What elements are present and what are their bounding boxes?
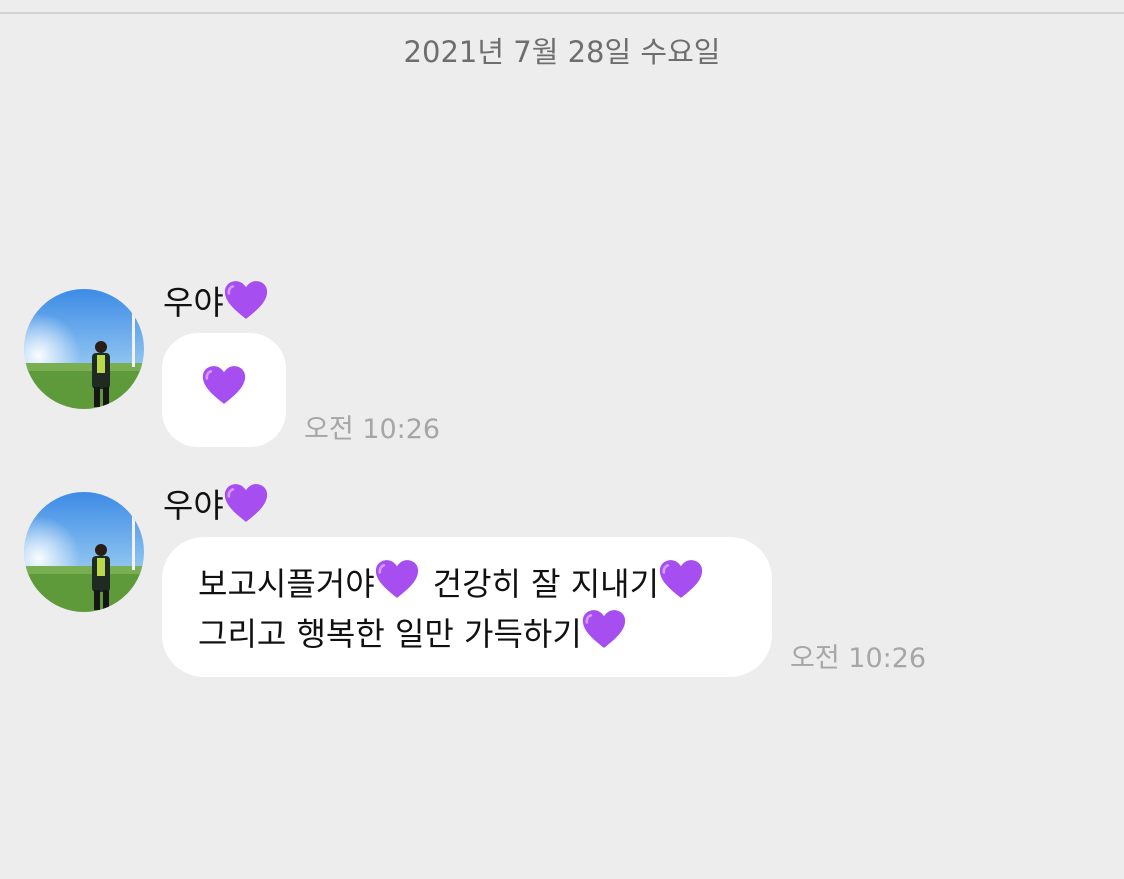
purple-heart-icon (659, 559, 703, 609)
purple-heart-icon (224, 280, 268, 329)
purple-heart-icon (202, 365, 246, 415)
message-line: 그리고 행복한 일만 가득하기 (198, 609, 772, 659)
avatar-photo (24, 289, 144, 409)
sender-name: 우야 (163, 280, 268, 329)
top-divider-line (0, 12, 1124, 14)
sender-name-text: 우야 (163, 486, 224, 525)
message-line: 보고시플거야 건강히 잘 지내기 (198, 559, 772, 609)
avatar-photo (24, 492, 144, 612)
message-text: 건강히 잘 지내기 (432, 565, 660, 603)
sender-name: 우야 (163, 483, 268, 532)
sender-avatar[interactable] (24, 492, 144, 612)
message-timestamp: 오전 10:26 (790, 643, 927, 674)
sender-name-text: 우야 (163, 283, 224, 322)
message-timestamp: 오전 10:26 (304, 414, 441, 445)
purple-heart-icon (375, 559, 419, 609)
message-text: 보고시플거야 (198, 565, 375, 603)
date-divider: 2021년 7월 28일 수요일 (403, 35, 721, 69)
purple-heart-icon (582, 609, 626, 659)
message-bubble[interactable]: 보고시플거야 건강히 잘 지내기 그리고 행복한 일만 가득하기 (162, 537, 772, 677)
purple-heart-icon (224, 483, 268, 532)
sender-avatar[interactable] (24, 289, 144, 409)
message-text: 그리고 행복한 일만 가득하기 (198, 615, 582, 653)
message-bubble[interactable] (162, 333, 286, 447)
